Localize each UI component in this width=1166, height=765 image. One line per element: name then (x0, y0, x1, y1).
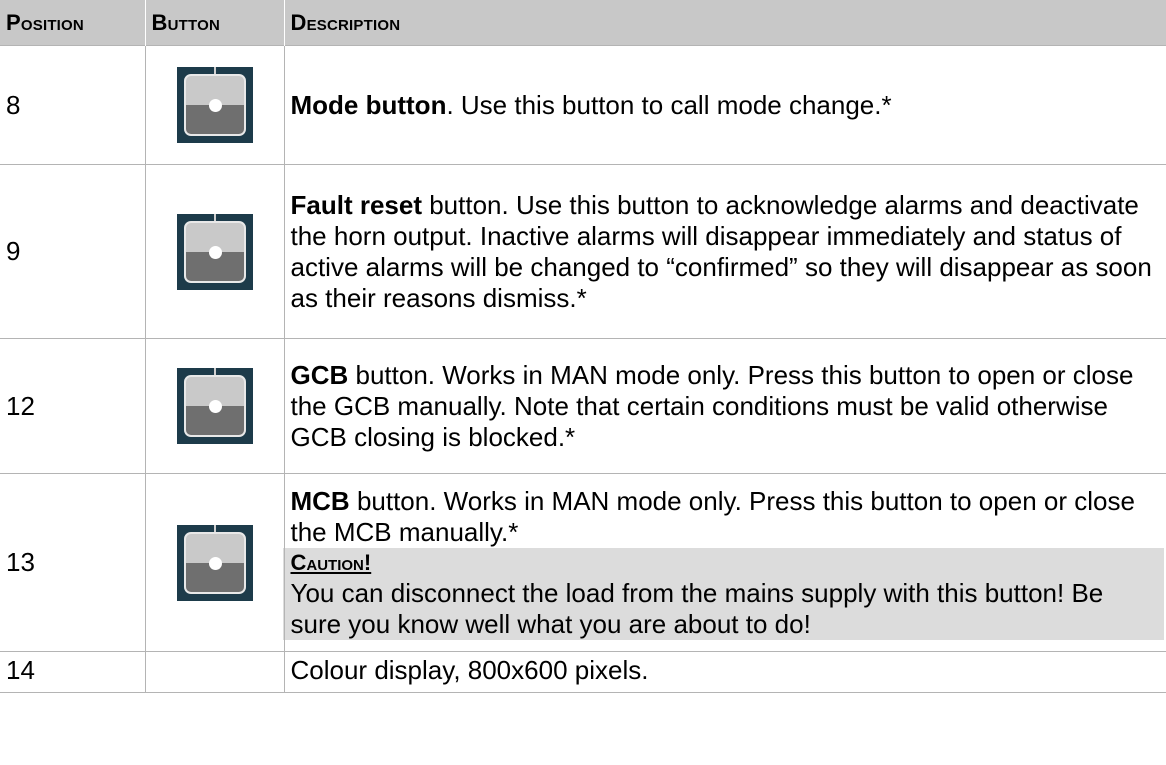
button-cell-empty (144, 651, 285, 693)
description-bold: GCB (290, 359, 349, 390)
table-header-row: Position Button Description (0, 0, 1166, 46)
table-row: 14 Colour display, 800x600 pixels. (0, 651, 1166, 693)
mode-button-icon (176, 67, 253, 143)
description-cell: GCB button. Works in MAN mode only. Pres… (283, 338, 1166, 474)
description-cell: Colour display, 800x600 pixels. (283, 651, 1166, 693)
description-text: Colour display, 800x600 pixels. (290, 655, 649, 685)
button-description-table: Position Button Description 8 Mode butto… (0, 0, 1166, 693)
fault-reset-button-icon (176, 213, 253, 290)
description-cell: MCB button. Works in MAN mode only. Pres… (282, 473, 1166, 652)
description-bold: Fault reset (290, 189, 423, 220)
gcb-button-icon (176, 368, 253, 444)
button-cell (144, 473, 285, 652)
position-cell: 9 (0, 164, 146, 339)
caution-title: Caution! (290, 549, 372, 575)
description-text: button. Works in MAN mode only. Press th… (290, 359, 1134, 452)
table-row: 13 MCB button. Works in MAN mode only. P… (0, 473, 1166, 652)
position-cell: 8 (0, 45, 146, 165)
description-cell: Fault reset button. Use this button to a… (283, 164, 1166, 339)
button-cell (144, 45, 285, 165)
button-cell (144, 164, 285, 339)
caution-text: You can disconnect the load from the mai… (290, 577, 1104, 639)
table-row: 12 GCB button. Works in MAN mode only. P… (0, 338, 1166, 474)
header-description: Description (284, 0, 1166, 46)
position-cell: 14 (0, 651, 146, 693)
description-text: button. Works in MAN mode only. Press th… (290, 485, 1135, 547)
position-cell: 13 (0, 473, 146, 652)
description-cell: Mode button. Use this button to call mod… (283, 45, 1166, 165)
button-cell (144, 338, 285, 474)
caution-note: Caution! You can disconnect the load fro… (282, 547, 1164, 640)
table-row: 9 Fault reset button. Use this button to… (0, 164, 1166, 339)
header-button: Button (145, 0, 285, 46)
mcb-button-icon (176, 524, 253, 601)
description-bold: Mode button (290, 89, 447, 120)
description-bold: MCB (290, 485, 350, 516)
description-main: MCB button. Works in MAN mode only. Pres… (291, 486, 1161, 548)
header-position: Position (0, 0, 146, 46)
description-text: . Use this button to call mode change.* (446, 89, 892, 120)
table-row: 8 Mode button. Use this button to call m… (0, 45, 1166, 165)
position-cell: 12 (0, 338, 146, 474)
